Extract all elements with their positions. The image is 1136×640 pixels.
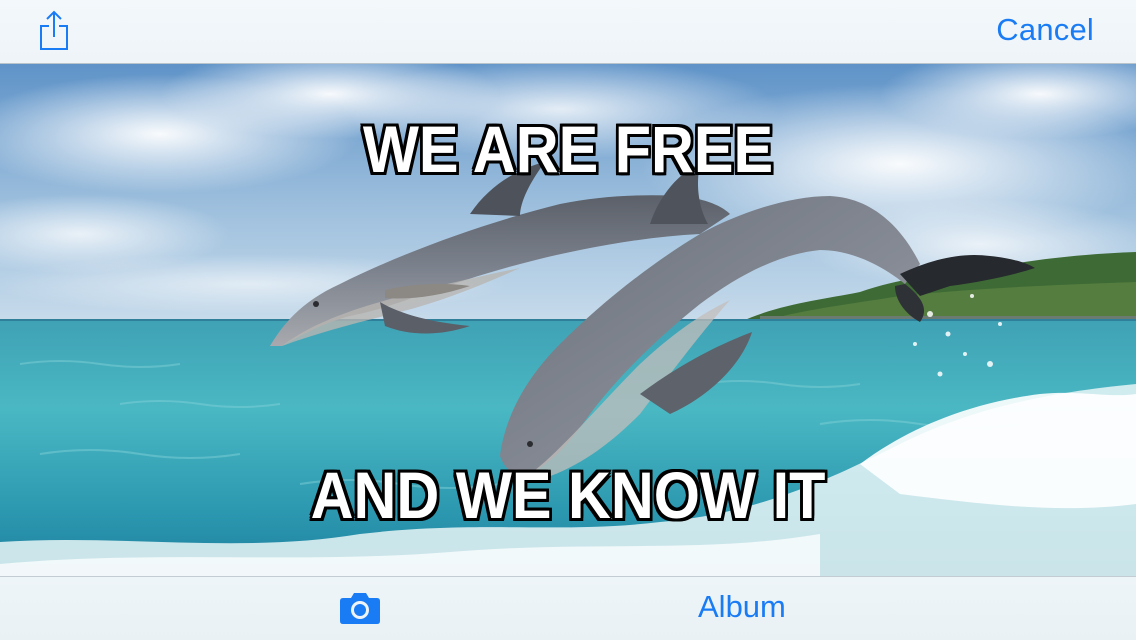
camera-button[interactable]	[339, 591, 381, 625]
meme-image: WE ARE FREE AND WE KNOW IT	[0, 64, 1136, 576]
share-icon	[40, 10, 68, 50]
camera-icon	[340, 593, 380, 624]
bottom-toolbar: Album	[0, 576, 1136, 640]
cancel-button[interactable]: Cancel	[996, 12, 1094, 48]
top-toolbar: Cancel	[0, 0, 1136, 64]
meme-bottom-text[interactable]: AND WE KNOW IT	[57, 460, 1079, 530]
share-button[interactable]	[36, 10, 72, 52]
album-button[interactable]: Album	[698, 589, 786, 625]
meme-editor-screen: Cancel WE ARE FREE AND WE KNOW IT Album	[0, 0, 1136, 640]
meme-top-text[interactable]: WE ARE FREE	[57, 114, 1079, 184]
